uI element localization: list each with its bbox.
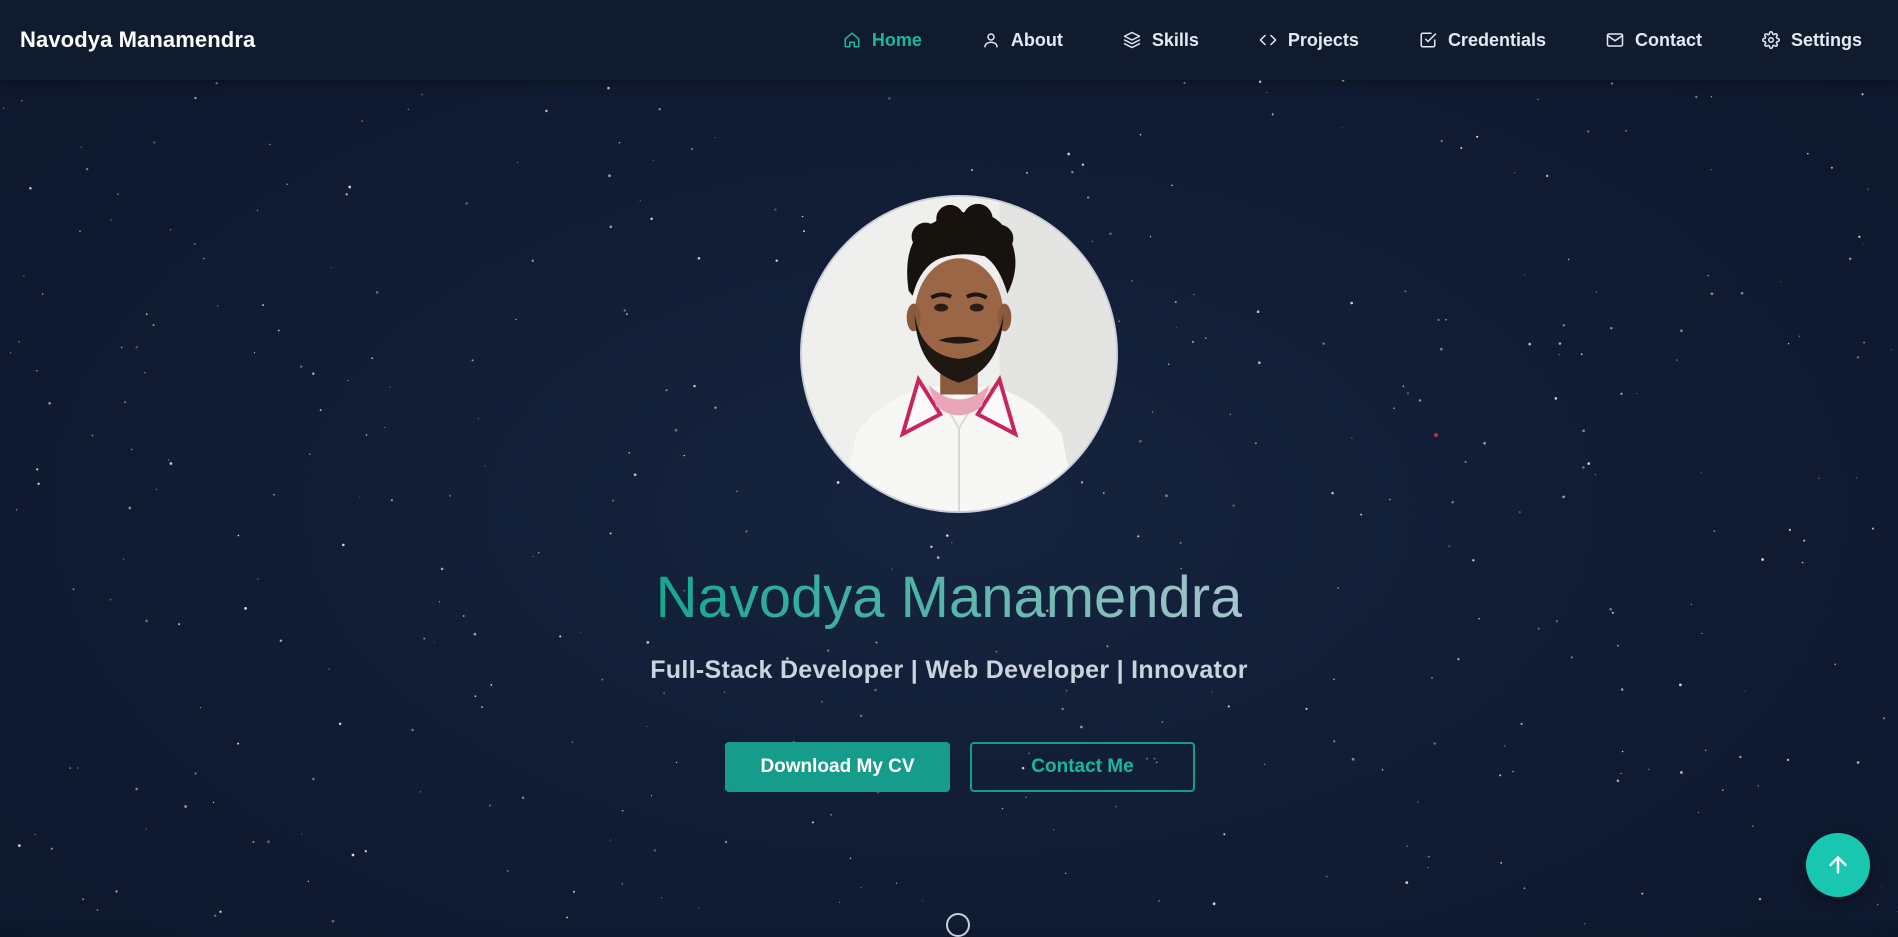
nav-item-label: Credentials <box>1447 29 1546 50</box>
nav-item-label: Settings <box>1790 29 1862 50</box>
nav-item-label: Home <box>871 29 922 50</box>
nav-item-home[interactable]: Home <box>843 30 922 51</box>
user-icon <box>982 31 1000 49</box>
download-cv-button[interactable]: Download My CV <box>725 742 950 792</box>
profile-photo <box>800 195 1118 513</box>
nav-item-contact[interactable]: Contact <box>1606 30 1702 51</box>
nav-item-settings[interactable]: Settings <box>1762 30 1862 51</box>
nav-item-skills[interactable]: Skills <box>1123 30 1199 51</box>
home-icon <box>843 31 861 49</box>
nav-item-label: About <box>1010 29 1063 50</box>
profile-photo-illustration <box>802 197 1116 511</box>
scroll-down-indicator[interactable] <box>946 913 970 937</box>
hero-section: Navodya Manamendra Full-Stack Developer … <box>0 80 1898 937</box>
code-icon <box>1259 31 1277 49</box>
hero-name-text: Navodya Manamendra <box>655 565 1243 630</box>
layers-icon <box>1123 31 1141 49</box>
nav-item-projects[interactable]: Projects <box>1259 30 1359 51</box>
nav-item-label: Skills <box>1151 29 1199 50</box>
nav-item-about[interactable]: About <box>982 30 1063 51</box>
mail-icon <box>1606 31 1624 49</box>
nav-item-credentials[interactable]: Credentials <box>1419 30 1546 51</box>
navbar: Navodya Manamendra Home About Skills Pro… <box>0 0 1898 80</box>
decorative-dot <box>1434 433 1438 437</box>
check-square-icon <box>1419 31 1437 49</box>
gear-icon <box>1762 31 1780 49</box>
arrow-up-icon <box>1825 852 1851 878</box>
nav-item-label: Contact <box>1634 29 1702 50</box>
hero-tagline: Full-Stack Developer | Web Developer | I… <box>650 656 1248 684</box>
brand-name[interactable]: Navodya Manamendra <box>20 0 255 80</box>
nav-links: Home About Skills Projects Credentials C… <box>843 0 1862 80</box>
hero-name: Navodya Manamendra <box>0 563 1898 633</box>
contact-me-button[interactable]: Contact Me <box>970 742 1195 792</box>
nav-item-label: Projects <box>1287 29 1359 50</box>
scroll-to-top-button[interactable] <box>1806 833 1870 897</box>
